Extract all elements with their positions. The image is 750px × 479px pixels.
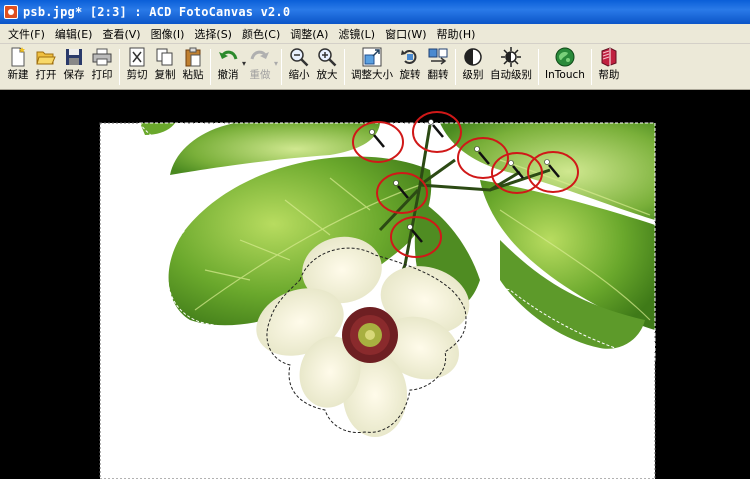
menu-color[interactable]: 颜色(C) — [237, 26, 285, 42]
save-button[interactable]: 保存 — [60, 47, 88, 87]
zoom-in-label: 放大 — [316, 69, 338, 81]
redo-label: 重做 — [249, 69, 271, 81]
menu-file[interactable]: 文件(F) — [3, 26, 50, 42]
rotate-button[interactable]: 旋转 — [396, 47, 424, 87]
print-button[interactable]: 打印 — [88, 47, 116, 87]
menu-help[interactable]: 帮助(H) — [432, 26, 481, 42]
photo-canvas[interactable] — [0, 90, 750, 479]
new-icon — [8, 47, 28, 67]
print-icon — [92, 47, 112, 67]
zoom-out-button[interactable]: 缩小 — [285, 47, 313, 87]
zoom-in-icon — [317, 47, 337, 67]
toolbar: 新建 打开 保存 打印 剪切 复制 粘贴 撤消 ▾ 重做 ▾ 缩小 放大 调整大… — [0, 44, 750, 90]
toolbar-separator — [455, 49, 457, 85]
window-title: psb.jpg* [2:3] : ACD FotoCanvas v2.0 — [23, 5, 291, 19]
toolbar-separator — [281, 49, 283, 85]
cut-label: 剪切 — [126, 69, 148, 81]
menu-adjust[interactable]: 调整(A) — [285, 26, 333, 42]
new-label: 新建 — [7, 69, 29, 81]
menu-window[interactable]: 窗口(W) — [380, 26, 431, 42]
menu-bar: 文件(F) 编辑(E) 查看(V) 图像(I) 选择(S) 颜色(C) 调整(A… — [0, 24, 750, 44]
rotate-label: 旋转 — [399, 69, 421, 81]
menu-filter[interactable]: 滤镜(L) — [333, 26, 380, 42]
help-icon — [599, 47, 619, 67]
zoom-in-button[interactable]: 放大 — [313, 47, 341, 87]
menu-edit[interactable]: 编辑(E) — [50, 26, 98, 42]
toolbar-separator — [210, 49, 211, 85]
save-label: 保存 — [63, 69, 85, 81]
copy-button[interactable]: 复制 — [151, 47, 179, 87]
save-icon — [64, 47, 84, 67]
intouch-icon — [555, 47, 575, 67]
open-label: 打开 — [35, 69, 57, 81]
zoom-out-icon — [289, 47, 309, 67]
title-bar: psb.jpg* [2:3] : ACD FotoCanvas v2.0 — [0, 0, 750, 24]
undo-label: 撤消 — [217, 69, 239, 81]
flip-icon — [428, 47, 448, 67]
paste-button[interactable]: 粘贴 — [179, 47, 207, 87]
auto-levels-label: 自动级别 — [490, 69, 533, 81]
toolbar-separator — [344, 49, 346, 85]
app-icon[interactable] — [4, 5, 18, 19]
flip-button[interactable]: 翻转 — [424, 47, 452, 87]
paste-label: 粘贴 — [182, 69, 204, 81]
help-label: 帮助 — [598, 69, 620, 81]
open-icon — [36, 47, 56, 67]
undo-button[interactable]: 撤消 — [214, 47, 242, 87]
open-button[interactable]: 打开 — [32, 47, 60, 87]
intouch-button[interactable]: InTouch — [542, 47, 588, 87]
menu-select[interactable]: 选择(S) — [189, 26, 237, 42]
levels-button[interactable]: 级别 — [459, 47, 487, 87]
cut-icon — [127, 47, 147, 67]
undo-icon — [218, 47, 238, 67]
intouch-label: InTouch — [545, 69, 585, 81]
levels-icon — [463, 47, 483, 67]
cut-button[interactable]: 剪切 — [123, 47, 151, 87]
help-button[interactable]: 帮助 — [595, 47, 623, 87]
zoom-out-label: 缩小 — [288, 69, 310, 81]
new-button[interactable]: 新建 — [4, 47, 32, 87]
levels-label: 级别 — [462, 69, 484, 81]
copy-label: 复制 — [154, 69, 176, 81]
rotate-icon — [400, 47, 420, 67]
resize-button[interactable]: 调整大小 — [348, 47, 396, 87]
auto-levels-button[interactable]: 自动级别 — [487, 47, 535, 87]
redo-button[interactable]: 重做 — [246, 47, 274, 87]
image-workspace[interactable] — [0, 90, 750, 479]
redo-dropdown-arrow-icon[interactable]: ▾ — [274, 59, 278, 68]
menu-view[interactable]: 查看(V) — [97, 26, 145, 42]
toolbar-separator — [538, 49, 540, 85]
print-label: 打印 — [91, 69, 113, 81]
menu-image[interactable]: 图像(I) — [146, 26, 190, 42]
auto-levels-icon — [501, 47, 522, 67]
copy-icon — [155, 47, 175, 67]
paste-icon — [183, 47, 203, 67]
toolbar-separator — [590, 49, 592, 85]
resize-label: 调整大小 — [351, 69, 394, 81]
flip-label: 翻转 — [427, 69, 449, 81]
toolbar-separator — [119, 49, 120, 85]
redo-icon — [250, 47, 270, 67]
resize-icon — [362, 47, 382, 67]
